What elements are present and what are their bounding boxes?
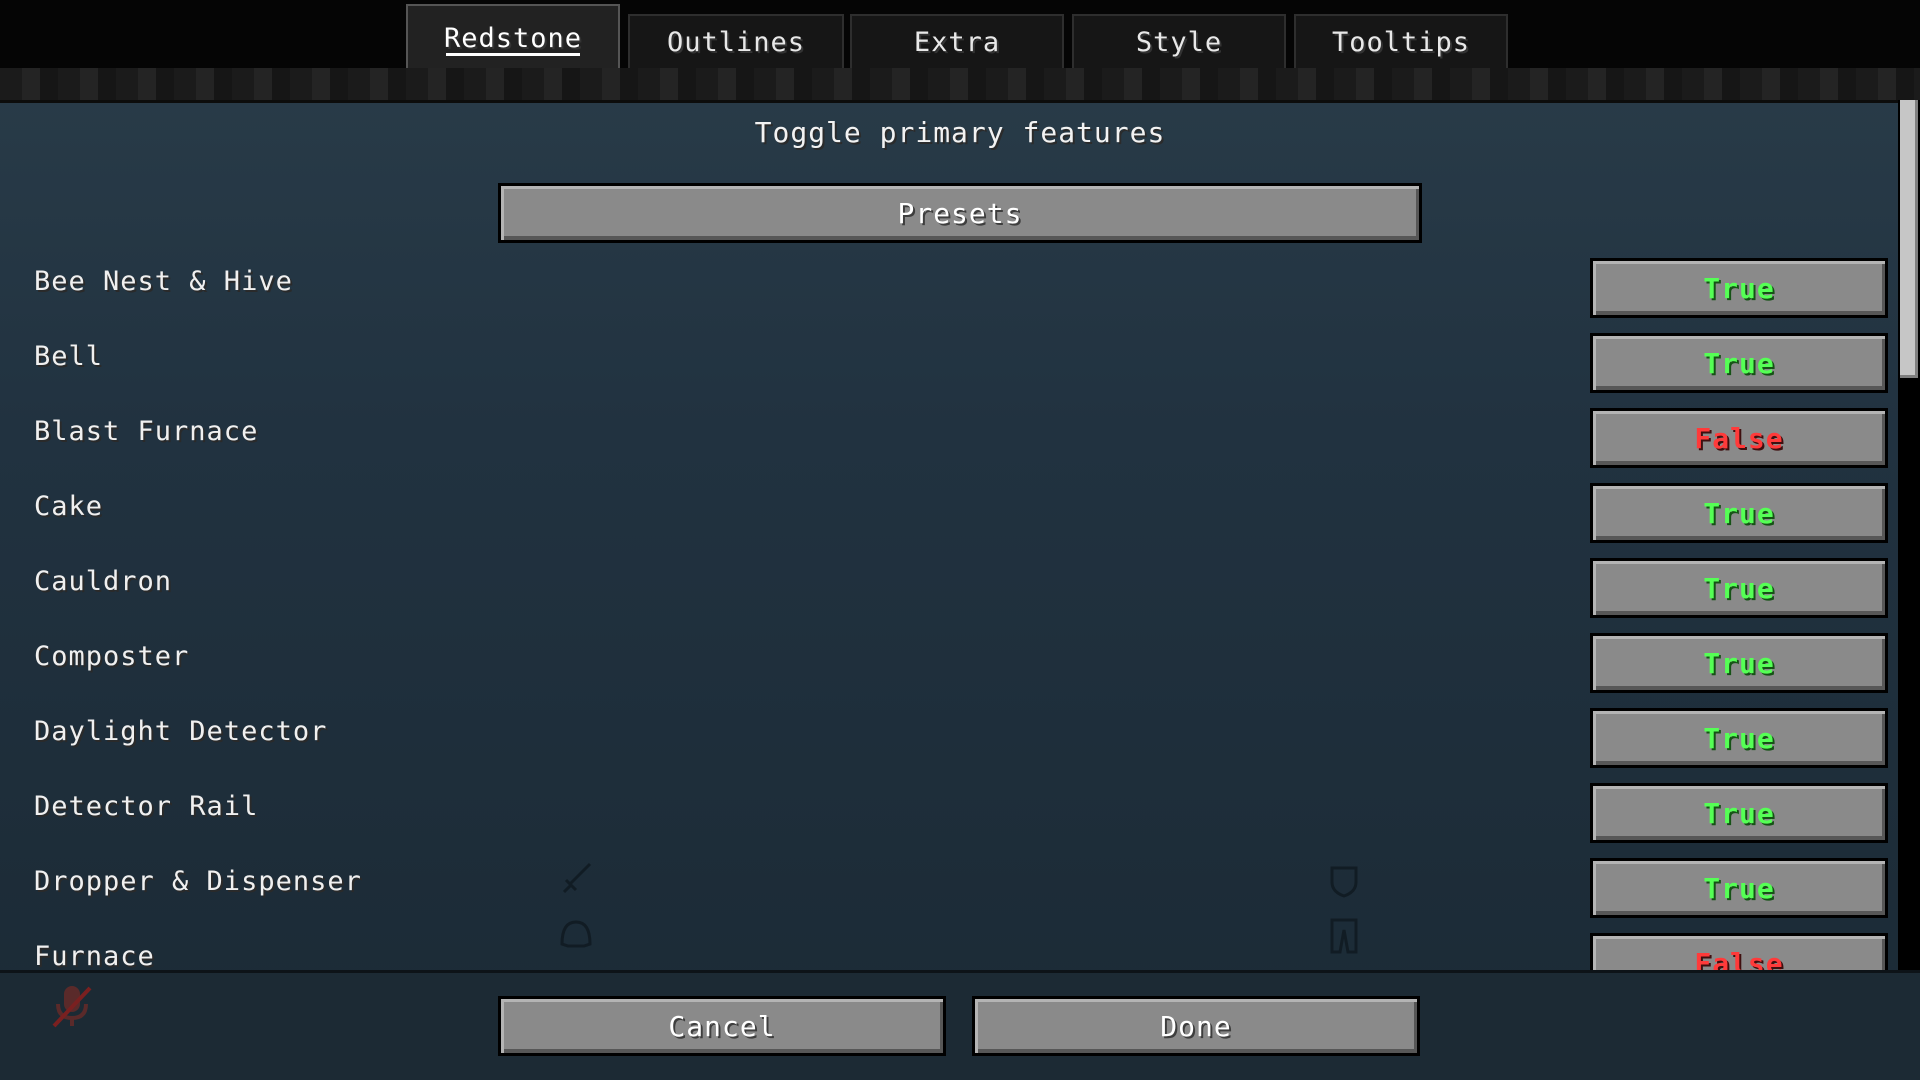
option-row-cauldron: Cauldron True xyxy=(0,548,1900,623)
option-label: Cauldron xyxy=(34,566,173,597)
presets-button[interactable]: Presets xyxy=(498,183,1422,243)
option-row-composter: Composter True xyxy=(0,623,1900,698)
toggle-button[interactable]: False xyxy=(1590,408,1888,468)
option-row-daylight-detector: Daylight Detector True xyxy=(0,698,1900,773)
option-row-bee-nest-hive: Bee Nest & Hive True xyxy=(0,248,1900,323)
option-row-blast-furnace: Blast Furnace False xyxy=(0,398,1900,473)
tab-label: Style xyxy=(1135,26,1223,58)
tab-tooltips[interactable]: Tooltips xyxy=(1294,14,1508,68)
active-tab-indicator xyxy=(446,53,580,56)
done-button[interactable]: Done xyxy=(972,996,1420,1056)
toggle-button[interactable]: True xyxy=(1590,858,1888,918)
config-screen: Redstone Outlines Extra Style Tooltips T… xyxy=(0,0,1920,1080)
option-row-bell: Bell True xyxy=(0,323,1900,398)
tab-outlines[interactable]: Outlines xyxy=(628,14,844,68)
toggle-button[interactable]: True xyxy=(1590,633,1888,693)
toggle-button[interactable]: False xyxy=(1590,933,1888,970)
toggle-button[interactable]: True xyxy=(1590,483,1888,543)
tab-bar: Redstone Outlines Extra Style Tooltips xyxy=(0,0,1920,70)
page-title: Toggle primary features xyxy=(754,116,1166,149)
toggle-button[interactable]: True xyxy=(1590,258,1888,318)
tab-style[interactable]: Style xyxy=(1072,14,1286,68)
option-label: Cake xyxy=(34,491,104,522)
tab-extra[interactable]: Extra xyxy=(850,14,1064,68)
option-label: Dropper & Dispenser xyxy=(34,866,362,897)
option-row-detector-rail: Detector Rail True xyxy=(0,773,1900,848)
option-label: Daylight Detector xyxy=(34,716,328,747)
toggle-button[interactable]: True xyxy=(1590,333,1888,393)
muted-microphone-icon[interactable] xyxy=(48,982,96,1032)
helmet-slot-icon xyxy=(560,920,592,948)
tab-label: Extra xyxy=(913,26,1001,58)
toggle-button[interactable]: True xyxy=(1590,708,1888,768)
option-row-furnace: Furnace False xyxy=(0,923,1900,970)
tab-label: Redstone xyxy=(443,22,583,54)
header-divider xyxy=(0,68,1920,103)
option-label: Bee Nest & Hive xyxy=(34,266,293,297)
shield-slot-icon xyxy=(1330,866,1358,898)
tab-label: Outlines xyxy=(666,26,806,58)
cancel-button[interactable]: Cancel xyxy=(498,996,946,1056)
option-row-cake: Cake True xyxy=(0,473,1900,548)
toggle-button[interactable]: True xyxy=(1590,558,1888,618)
option-label: Furnace xyxy=(34,941,155,970)
option-label: Bell xyxy=(34,341,104,372)
option-label: Detector Rail xyxy=(34,791,259,822)
leggings-slot-icon xyxy=(1330,918,1358,954)
tab-redstone[interactable]: Redstone xyxy=(406,4,620,70)
toggle-button[interactable]: True xyxy=(1590,783,1888,843)
scrollbar-thumb[interactable] xyxy=(1900,100,1918,378)
footer-bar xyxy=(0,970,1920,1080)
option-label: Blast Furnace xyxy=(34,416,259,447)
sword-icon xyxy=(562,862,592,894)
tab-label: Tooltips xyxy=(1331,26,1471,58)
options-list: Bee Nest & Hive True Bell True Blast Fur… xyxy=(0,248,1900,970)
option-row-dropper-dispenser: Dropper & Dispenser True xyxy=(0,848,1900,923)
option-label: Composter xyxy=(34,641,190,672)
